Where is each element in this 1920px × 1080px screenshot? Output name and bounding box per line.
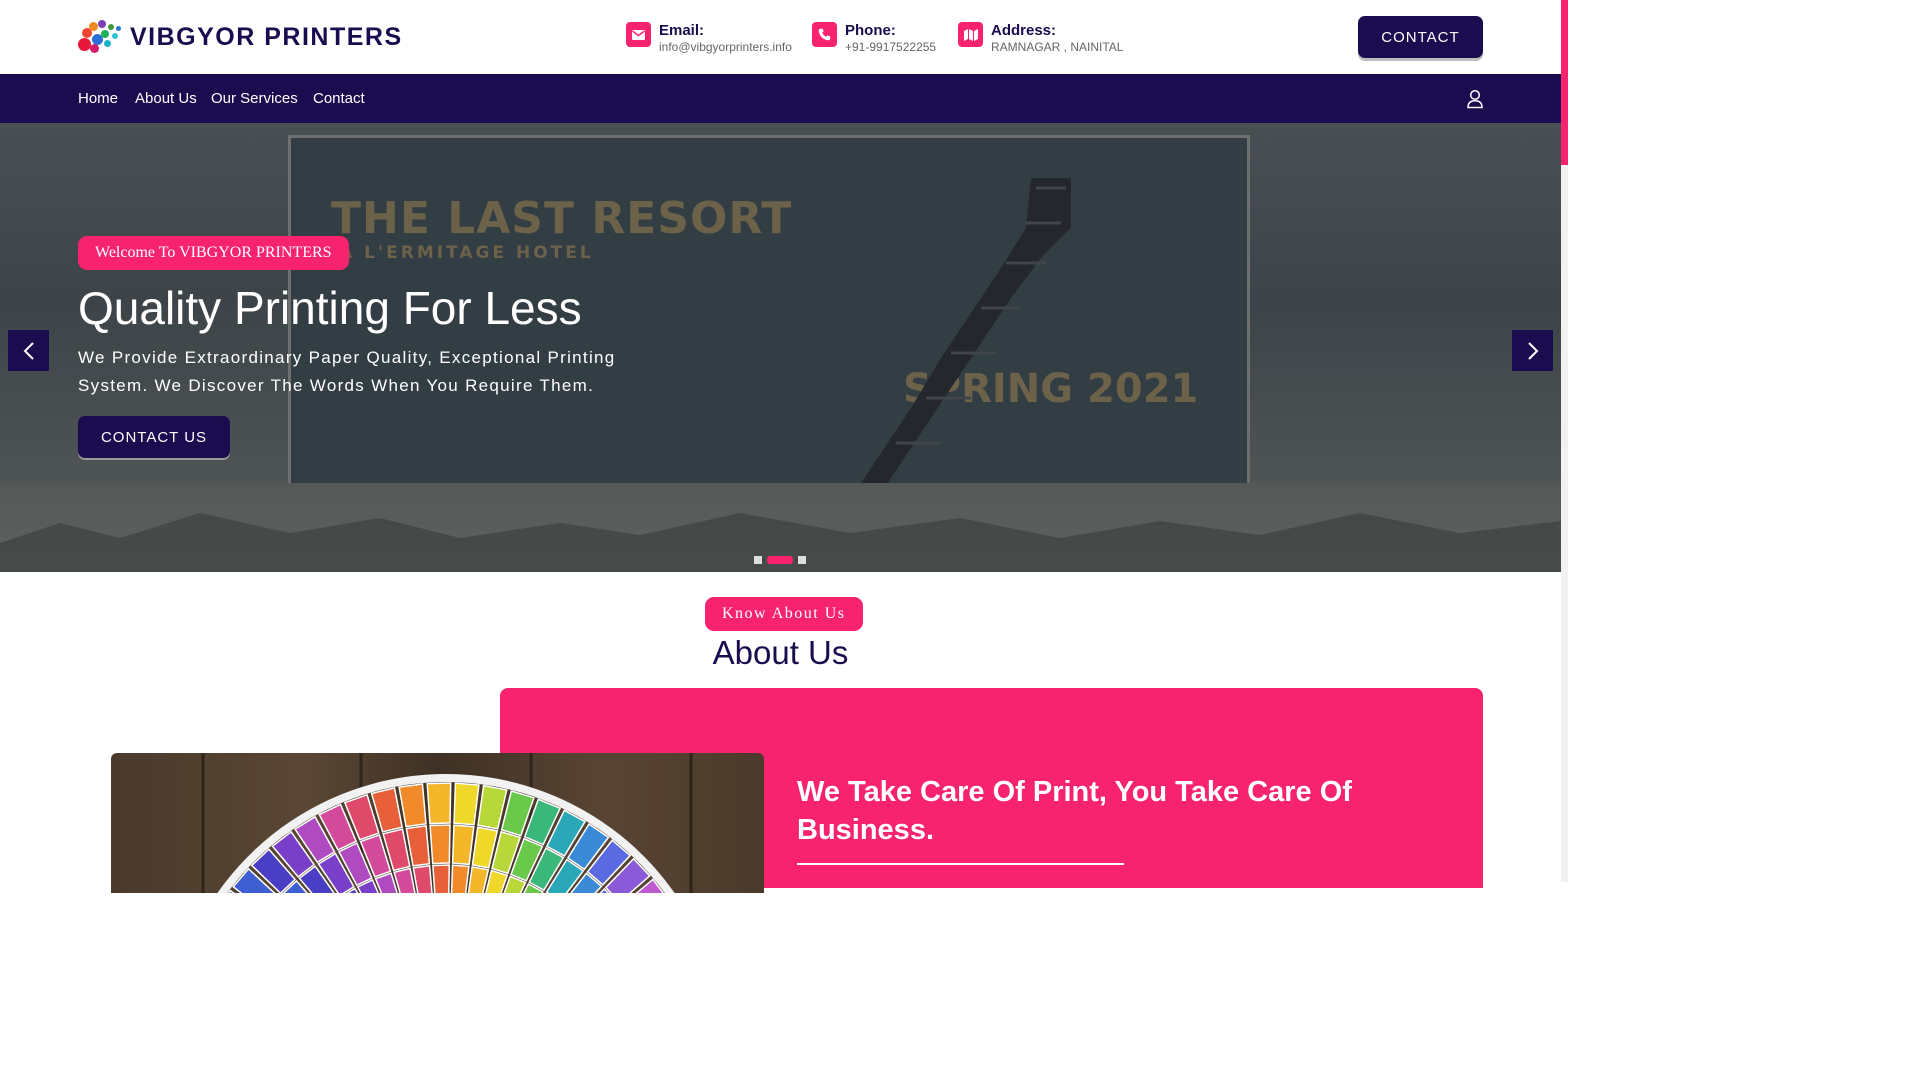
contact-button[interactable]: CONTACT bbox=[1358, 16, 1483, 58]
phone-info[interactable]: Phone: +91-9917522255 bbox=[812, 22, 936, 55]
address-info[interactable]: Address: RAMNAGAR , NAINITAL bbox=[958, 22, 1123, 55]
email-label: Email: bbox=[659, 22, 705, 39]
slider-indicators bbox=[754, 556, 811, 564]
address-label: Address: bbox=[991, 22, 1057, 39]
color-swatch-image bbox=[111, 753, 764, 893]
map-icon bbox=[958, 22, 983, 47]
about-title: About Us bbox=[712, 634, 849, 671]
address-value: RAMNAGAR , NAINITAL bbox=[991, 40, 1124, 54]
nav-item-about-us[interactable]: About Us bbox=[135, 90, 197, 107]
about-heading: We Take Care Of Print, You Take Care Of … bbox=[797, 776, 1352, 846]
logo[interactable]: VIBGYOR PRINTERS bbox=[78, 20, 403, 54]
hero-description: We Provide Extraordinary Paper Quality, … bbox=[78, 348, 616, 395]
phone-label: Phone: bbox=[845, 22, 896, 39]
nav-item-home[interactable]: Home bbox=[78, 90, 118, 107]
slider-dot-2[interactable] bbox=[767, 556, 793, 564]
hero-title: Quality Printing For Less bbox=[78, 282, 582, 334]
top-header: VIBGYOR PRINTERS Email: info@vibgyorprin… bbox=[0, 0, 1561, 74]
hero-tagline: Welcome To VIBGYOR PRINTERS bbox=[78, 236, 349, 270]
contact-us-button[interactable]: CONTACT US bbox=[78, 416, 230, 458]
hero-slider: THE LAST RESORT A L'ERMITAGE HOTEL SPRIN… bbox=[0, 123, 1561, 572]
chevron-left-icon bbox=[23, 341, 34, 360]
main-nav: Home About Us Our Services Contact bbox=[0, 74, 1561, 123]
about-divider bbox=[797, 863, 1124, 865]
nav-item-our-services[interactable]: Our Services bbox=[211, 90, 298, 107]
page-scrollbar[interactable] bbox=[1561, 0, 1568, 882]
email-info[interactable]: Email: info@vibgyorprinters.info bbox=[626, 22, 792, 55]
slider-prev-button[interactable] bbox=[8, 330, 49, 371]
user-icon[interactable] bbox=[1466, 89, 1484, 109]
chevron-right-icon bbox=[1527, 341, 1538, 360]
slider-dot-3[interactable] bbox=[798, 556, 806, 564]
phone-icon bbox=[812, 22, 837, 47]
phone-value[interactable]: +91-9917522255 bbox=[845, 39, 936, 55]
logo-icon bbox=[78, 20, 122, 54]
slider-dot-1[interactable] bbox=[754, 556, 762, 564]
email-value[interactable]: info@vibgyorprinters.info bbox=[659, 39, 792, 55]
slider-next-button[interactable] bbox=[1512, 330, 1553, 371]
brand-name: VIBGYOR PRINTERS bbox=[130, 22, 403, 51]
about-tagline: Know About Us bbox=[705, 597, 863, 631]
envelope-icon bbox=[626, 22, 651, 47]
scrollbar-thumb[interactable] bbox=[1561, 0, 1568, 165]
nav-item-contact[interactable]: Contact bbox=[313, 90, 365, 107]
